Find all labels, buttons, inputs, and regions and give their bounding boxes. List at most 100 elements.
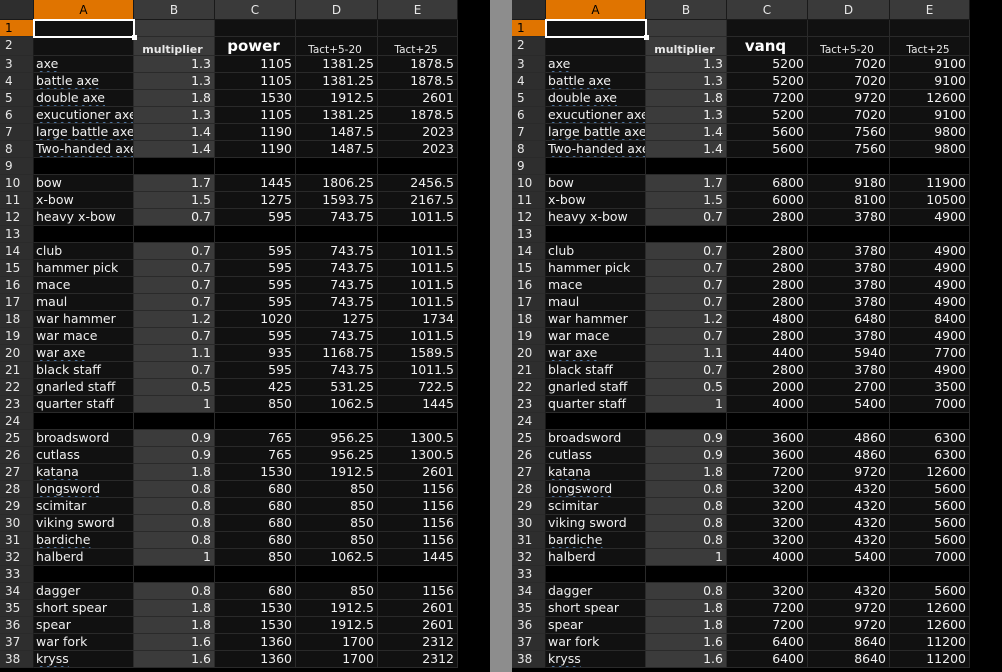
cell-b[interactable]: 1.3 xyxy=(646,56,727,73)
cell-b[interactable]: 1.3 xyxy=(134,107,215,124)
row-header[interactable]: 31 xyxy=(0,532,34,549)
cell-e[interactable]: 12600 xyxy=(890,600,970,617)
cell-a[interactable] xyxy=(34,413,134,430)
cell-c[interactable]: 6800 xyxy=(727,175,808,192)
cell-b[interactable]: 0.7 xyxy=(134,209,215,226)
select-all-corner[interactable] xyxy=(0,0,34,20)
cell-d[interactable]: 1062.5 xyxy=(296,396,378,413)
cell-a[interactable]: broadsword xyxy=(546,430,646,447)
cell-c[interactable]: 850 xyxy=(215,549,296,566)
cell-c[interactable]: 3600 xyxy=(727,447,808,464)
row-header[interactable]: 2 xyxy=(0,37,34,56)
cell-d[interactable]: 850 xyxy=(296,498,378,515)
row-header[interactable]: 5 xyxy=(512,90,546,107)
cell-d[interactable]: 7020 xyxy=(808,56,890,73)
cell-a[interactable] xyxy=(546,158,646,175)
cell-e[interactable]: 2023 xyxy=(378,124,458,141)
cell-c[interactable] xyxy=(215,566,296,583)
cell-d[interactable] xyxy=(296,226,378,243)
cell-c[interactable]: 2800 xyxy=(727,209,808,226)
cell-a[interactable]: large battle axe xyxy=(34,124,134,141)
cell-b[interactable]: 0.7 xyxy=(134,277,215,294)
cell-c[interactable]: 5200 xyxy=(727,107,808,124)
cell-b[interactable]: 1.2 xyxy=(646,311,727,328)
cell-d[interactable]: 5400 xyxy=(808,396,890,413)
cell-d[interactable]: 3780 xyxy=(808,362,890,379)
cell-a[interactable]: viking sword xyxy=(546,515,646,532)
cell-a[interactable] xyxy=(546,37,646,56)
cell-d[interactable] xyxy=(296,566,378,583)
cell-c[interactable]: 3200 xyxy=(727,532,808,549)
cell-a[interactable]: x-bow xyxy=(34,192,134,209)
row-header[interactable]: 4 xyxy=(512,73,546,90)
cell-c[interactable]: power xyxy=(215,37,296,56)
cell-e[interactable]: 1011.5 xyxy=(378,260,458,277)
cell-d[interactable]: 743.75 xyxy=(296,209,378,226)
cell-a[interactable]: x-bow xyxy=(546,192,646,209)
row-header[interactable]: 5 xyxy=(0,90,34,107)
cell-d[interactable] xyxy=(296,413,378,430)
cell-b[interactable]: 1 xyxy=(646,549,727,566)
cell-d[interactable] xyxy=(296,20,378,37)
cell-c[interactable]: 680 xyxy=(215,583,296,600)
cell-b[interactable]: 0.8 xyxy=(646,498,727,515)
cell-c[interactable]: 3200 xyxy=(727,481,808,498)
cell-b[interactable]: 1 xyxy=(646,396,727,413)
row-header[interactable]: 18 xyxy=(0,311,34,328)
row-header[interactable]: 8 xyxy=(512,141,546,158)
cell-e[interactable]: 1011.5 xyxy=(378,294,458,311)
row-header[interactable]: 33 xyxy=(0,566,34,583)
cell-c[interactable]: 1360 xyxy=(215,651,296,668)
cell-b[interactable]: 1.8 xyxy=(134,464,215,481)
cell-c[interactable]: 1190 xyxy=(215,124,296,141)
row-header[interactable]: 17 xyxy=(512,294,546,311)
cell-e[interactable]: 4900 xyxy=(890,243,970,260)
row-header[interactable]: 37 xyxy=(0,634,34,651)
row-header[interactable]: 27 xyxy=(0,464,34,481)
cell-d[interactable]: 743.75 xyxy=(296,260,378,277)
cell-a[interactable] xyxy=(546,413,646,430)
cell-b[interactable]: 1.3 xyxy=(646,73,727,90)
cell-a[interactable]: heavy x-bow xyxy=(34,209,134,226)
cell-d[interactable]: 1912.5 xyxy=(296,600,378,617)
cell-a[interactable] xyxy=(34,226,134,243)
cell-e[interactable] xyxy=(890,158,970,175)
cell-b[interactable]: 0.8 xyxy=(134,498,215,515)
cell-e[interactable]: 9100 xyxy=(890,107,970,124)
cell-e[interactable]: 2023 xyxy=(378,141,458,158)
pane-splitter[interactable] xyxy=(490,0,512,672)
cell-b[interactable]: 0.5 xyxy=(646,379,727,396)
row-header[interactable]: 3 xyxy=(512,56,546,73)
cell-b[interactable]: 0.7 xyxy=(646,277,727,294)
cell-a[interactable]: quarter staff xyxy=(34,396,134,413)
row-header[interactable]: 35 xyxy=(0,600,34,617)
cell-b[interactable]: 1.4 xyxy=(134,141,215,158)
cell-c[interactable]: 1530 xyxy=(215,90,296,107)
cell-a[interactable]: war fork xyxy=(546,634,646,651)
cell-a[interactable]: kryss xyxy=(546,651,646,668)
cell-d[interactable]: 7020 xyxy=(808,73,890,90)
cell-b[interactable]: 0.7 xyxy=(134,294,215,311)
cell-a[interactable]: bow xyxy=(34,175,134,192)
cell-a[interactable]: mace xyxy=(34,277,134,294)
cell-c[interactable]: 1530 xyxy=(215,600,296,617)
cell-a[interactable]: club xyxy=(34,243,134,260)
row-header[interactable]: 29 xyxy=(512,498,546,515)
cell-e[interactable] xyxy=(378,566,458,583)
cell-e[interactable]: 4900 xyxy=(890,294,970,311)
row-header[interactable]: 34 xyxy=(0,583,34,600)
cell-d[interactable]: 9720 xyxy=(808,617,890,634)
cell-d[interactable]: 1487.5 xyxy=(296,124,378,141)
row-header[interactable]: 6 xyxy=(512,107,546,124)
cell-c[interactable]: 1105 xyxy=(215,56,296,73)
cell-a[interactable]: spear xyxy=(546,617,646,634)
cell-d[interactable]: Tact+5-20 xyxy=(296,37,378,56)
cell-d[interactable]: 3780 xyxy=(808,294,890,311)
cell-a[interactable]: gnarled staff xyxy=(34,379,134,396)
cell-c[interactable]: 7200 xyxy=(727,600,808,617)
cell-b[interactable]: 1.3 xyxy=(134,73,215,90)
row-header[interactable]: 33 xyxy=(512,566,546,583)
cell-d[interactable]: 1806.25 xyxy=(296,175,378,192)
cell-a[interactable]: battle axe xyxy=(546,73,646,90)
cell-e[interactable]: 1011.5 xyxy=(378,362,458,379)
